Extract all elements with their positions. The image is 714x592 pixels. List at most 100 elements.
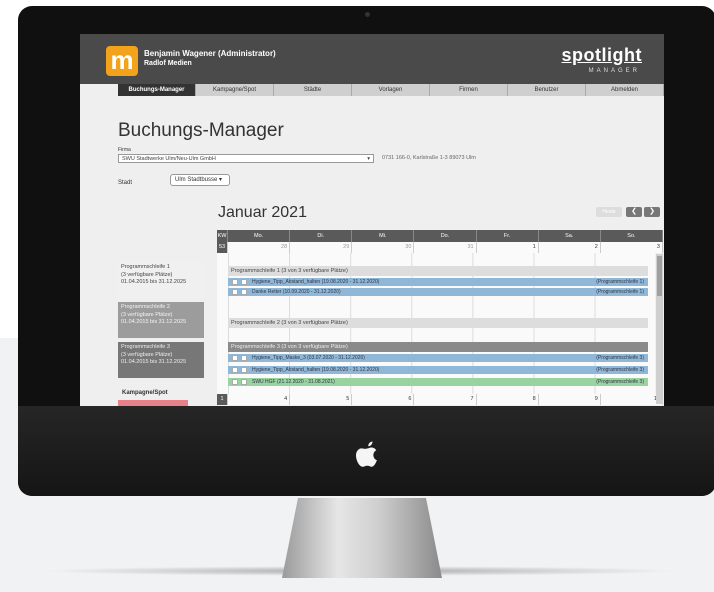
nav-vorlagen[interactable]: Vorlagen [352, 84, 430, 96]
booking-label: Danke Retter (10.09.2020 - 31.12.2020) [252, 289, 341, 295]
header-mi: Mi. [352, 230, 415, 242]
stadt-select-value: Ulm Stadtbusse [175, 177, 218, 183]
booking-tag: (Programmschleife 1) [596, 289, 644, 295]
stadt-select[interactable]: Ulm Stadtbusse ▾ [170, 174, 230, 186]
header-do: Do. [414, 230, 477, 242]
calendar-month: Januar 2021 [218, 204, 307, 221]
monitor: m Benjamin Wagener (Administrator) Radlo… [18, 6, 714, 496]
apple-logo-icon [356, 441, 377, 467]
today-button[interactable]: Heute [596, 207, 622, 217]
program-range: 01.04.2015 bis 31.12.2025 [121, 279, 187, 285]
firma-select-value: SWU Stadtwerke Ulm/Neu-Ulm GmbH [122, 156, 216, 162]
booking-bar[interactable]: Hygiene_Tipp_Abstand_halten (19.08.2020 … [228, 278, 648, 286]
day-cell[interactable]: 9 [538, 394, 601, 405]
trash-icon[interactable] [232, 379, 238, 385]
user-company: Radlof Medien [144, 60, 192, 67]
trash-icon[interactable] [232, 279, 238, 285]
main-nav: Buchungs-Manager Kampagne/Spot Städte Vo… [118, 84, 664, 96]
monitor-stand [282, 498, 442, 578]
day-cell[interactable]: 3 [600, 242, 663, 253]
nav-firmen[interactable]: Firmen [430, 84, 508, 96]
chevron-down-icon: ▾ [219, 177, 223, 183]
day-cell[interactable]: 6 [352, 394, 415, 405]
brand-logo: spotlight [561, 45, 642, 65]
program-slots: (3 verfügbare Plätze) [121, 311, 173, 318]
scrollbar-thumb[interactable] [657, 256, 662, 296]
day-cell[interactable]: 29 [290, 242, 353, 253]
day-cell[interactable]: 10 [600, 394, 663, 405]
booking-label: SWU HGF (21.12.2020 - 31.08.2021) [252, 379, 335, 385]
app-logo: m [106, 46, 138, 76]
program-row-2: Programmschleife 2 (3 von 3 verfügbare P… [228, 318, 648, 328]
calendar-scrollbar[interactable] [656, 254, 663, 404]
booking-bar[interactable]: Hygiene_Tipp_Abstand_halten (19.08.2020 … [228, 366, 648, 374]
product-mockup: m Benjamin Wagener (Administrator) Radlo… [0, 0, 714, 592]
program-slots: (3 verfügbare Plätze) [121, 271, 173, 278]
day-cell[interactable]: 30 [352, 242, 415, 253]
edit-icon[interactable] [241, 289, 247, 295]
day-cell[interactable]: 5 [290, 394, 353, 405]
booking-tag: (Programmschleife 3) [596, 379, 644, 385]
edit-icon[interactable] [241, 279, 247, 285]
edit-icon[interactable] [241, 367, 247, 373]
brand-subtitle: MANAGER [588, 68, 640, 74]
program-card-3[interactable]: Programmschleife 3 (3 verfügbare Plätze)… [118, 342, 204, 378]
program-name: Programmschleife 1 [121, 264, 170, 270]
calendar-week-2: 1 4 5 6 7 8 9 10 [217, 394, 663, 405]
day-cell[interactable]: 4 [228, 394, 291, 405]
booking-tag: (Programmschleife 3) [596, 367, 644, 373]
edit-icon[interactable] [241, 379, 247, 385]
header-kw: KW [217, 230, 228, 242]
booking-tag: (Programmschleife 3) [596, 355, 644, 361]
booking-bar[interactable]: Hygiene_Tipp_Maske_3 (03.07.2020 - 31.12… [228, 354, 648, 362]
next-month-button[interactable]: ❯ [644, 207, 660, 217]
day-cell[interactable]: 7 [414, 394, 477, 405]
header-mo: Mo. [228, 230, 291, 242]
program-row-1: Programmschleife 1 (3 von 3 verfügbare P… [228, 266, 648, 276]
trash-icon[interactable] [232, 289, 238, 295]
program-range: 01.04.2015 bis 31.12.2025 [121, 359, 187, 365]
day-cell[interactable]: 31 [414, 242, 477, 253]
header-so: So. [600, 230, 663, 242]
user-name: Benjamin Wagener (Administrator) [144, 49, 276, 58]
trash-icon[interactable] [232, 355, 238, 361]
stadt-label: Stadt [118, 180, 133, 186]
page-title: Buchungs-Manager [118, 120, 284, 141]
kampagne-spot-item[interactable] [118, 400, 188, 406]
booking-bar[interactable]: SWU HGF (21.12.2020 - 31.08.2021) (Progr… [228, 378, 648, 386]
firma-select[interactable]: SWU Stadtwerke Ulm/Neu-Ulm GmbH ▾ [118, 154, 374, 163]
nav-buchungs-manager[interactable]: Buchungs-Manager [118, 84, 196, 96]
day-cell[interactable]: 2 [538, 242, 601, 253]
prev-month-button[interactable]: ❮ [626, 207, 642, 217]
chevron-down-icon: ▾ [367, 156, 370, 162]
booking-label: Hygiene_Tipp_Abstand_halten (19.08.2020 … [252, 279, 380, 285]
week-number: 1 [217, 394, 228, 405]
program-slots: (3 verfügbare Plätze) [121, 351, 173, 358]
program-name: Programmschleife 3 [121, 344, 170, 350]
booking-tag: (Programmschleife 1) [596, 279, 644, 285]
calendar-header: KW Mo. Di. Mi. Do. Fr. Sa. So. [217, 230, 663, 242]
firma-label: Firma [118, 147, 131, 153]
app-screen: m Benjamin Wagener (Administrator) Radlo… [80, 34, 664, 406]
header-fr: Fr. [476, 230, 539, 242]
program-name: Programmschleife 2 [121, 304, 170, 310]
header-di: Di. [290, 230, 353, 242]
day-cell[interactable]: 1 [476, 242, 539, 253]
program-row-3: Programmschleife 3 (3 von 3 verfügbare P… [228, 342, 648, 352]
week-number: 53 [217, 242, 228, 253]
calendar-week-1: 53 28 29 30 31 1 2 3 [217, 242, 663, 253]
nav-staedte[interactable]: Städte [274, 84, 352, 96]
program-card-1[interactable]: Programmschleife 1 (3 verfügbare Plätze)… [118, 262, 204, 298]
booking-label: Hygiene_Tipp_Abstand_halten (19.08.2020 … [252, 367, 380, 373]
nav-kampagne-spot[interactable]: Kampagne/Spot [196, 84, 274, 96]
nav-abmelden[interactable]: Abmelden [586, 84, 664, 96]
program-card-2[interactable]: Programmschleife 2 (3 verfügbare Plätze)… [118, 302, 204, 338]
nav-benutzer[interactable]: Benutzer [508, 84, 586, 96]
program-range: 01.04.2015 bis 31.12.2025 [121, 319, 187, 325]
edit-icon[interactable] [241, 355, 247, 361]
trash-icon[interactable] [232, 367, 238, 373]
day-cell[interactable]: 8 [476, 394, 539, 405]
booking-bar[interactable]: Danke Retter (10.09.2020 - 31.12.2020) (… [228, 288, 648, 296]
day-cell[interactable]: 28 [228, 242, 291, 253]
camera-dot [365, 12, 370, 17]
